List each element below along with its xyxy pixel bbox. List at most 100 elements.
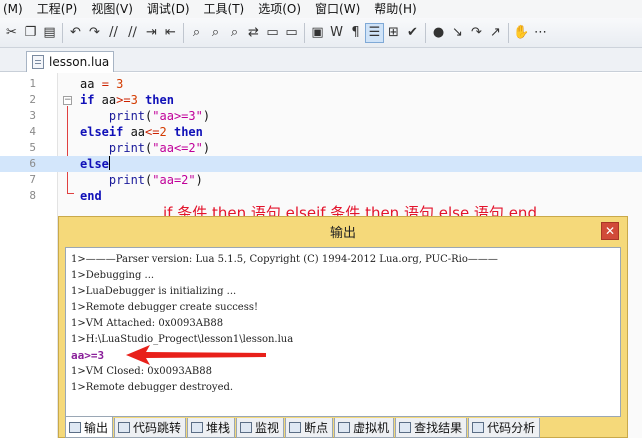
output-tab-0[interactable]: 输出 bbox=[65, 417, 114, 438]
output-line: 1>Remote debugger destroyed. bbox=[71, 382, 234, 393]
output-title: 输出 bbox=[329, 225, 356, 241]
code-line: 6 else bbox=[0, 156, 642, 172]
line-number: 7 bbox=[29, 173, 36, 186]
output-tab-4[interactable]: 断点 bbox=[285, 418, 334, 438]
step-out-icon[interactable]: ↗ bbox=[486, 23, 505, 43]
toolbar-separator bbox=[62, 22, 63, 43]
bookmark-next-icon[interactable]: ▭ bbox=[282, 23, 301, 43]
panel-icon bbox=[338, 422, 351, 433]
window-icon[interactable]: ▣ bbox=[308, 23, 327, 43]
output-tab-label: 输出 bbox=[84, 420, 109, 435]
output-line: 1>LuaDebugger is initializing ... bbox=[71, 286, 237, 297]
output-tab-label: 代码跳转 bbox=[133, 421, 182, 435]
menu-item-0[interactable]: (M) bbox=[0, 0, 30, 18]
line-number: 1 bbox=[29, 77, 36, 90]
toolbar-separator bbox=[304, 22, 305, 43]
menu-item-2[interactable]: 视图(V) bbox=[84, 0, 140, 18]
replace-icon[interactable]: ⇄ bbox=[244, 23, 263, 43]
code-text: print("aa<=2") bbox=[108, 141, 211, 155]
output-tab-6[interactable]: 查找结果 bbox=[395, 418, 468, 438]
toolbar: ✂ ❐ ▤ ↶ ↷///∕ ⇥ ⇤ ⌕ ⌕ ⌕ ⇄ ▭ ▭ ▣ W ¶ ☰ ⊞ ✔ ● ↘ ↷ ↗ ✋ ⋯ bbox=[0, 18, 642, 48]
cut-icon[interactable]: ✂ bbox=[2, 23, 21, 43]
panel-icon bbox=[289, 422, 302, 433]
output-tab-label: 查找结果 bbox=[414, 421, 463, 435]
panel-icon bbox=[191, 422, 204, 433]
line-number: 8 bbox=[29, 189, 36, 202]
output-line: 1>———Parser version: Lua 5.1.5, Copyrigh… bbox=[71, 254, 498, 265]
line-number: 5 bbox=[29, 141, 36, 154]
line-number: 4 bbox=[29, 125, 36, 138]
output-tab-label: 监视 bbox=[255, 421, 280, 435]
text-caret bbox=[108, 156, 110, 170]
output-line: 1>H:\LuaStudio_Progect\lesson1\lesson.lu… bbox=[71, 334, 294, 345]
code-line: 3 print("aa>=3") bbox=[0, 108, 642, 124]
line-numbers-icon[interactable]: ☰ bbox=[365, 22, 384, 43]
code-text: else bbox=[80, 156, 110, 171]
code-text: if aa>=3 then bbox=[80, 93, 174, 107]
indent-icon[interactable]: ⇥ bbox=[142, 23, 161, 43]
code-text: print("aa=2") bbox=[108, 173, 203, 187]
find-prev-icon[interactable]: ⌕ bbox=[225, 23, 244, 43]
panel-icon bbox=[69, 421, 81, 433]
code-line: 7 print("aa=2") bbox=[0, 172, 642, 188]
output-tab-label: 堆栈 bbox=[206, 421, 231, 435]
menu-item-6[interactable]: 窗口(W) bbox=[308, 0, 367, 18]
paste-icon[interactable]: ▤ bbox=[40, 23, 59, 43]
file-icon bbox=[32, 55, 44, 69]
menu-item-5[interactable]: 选项(O) bbox=[251, 0, 308, 18]
output-line: 1>Debugging ... bbox=[71, 270, 155, 281]
output-tab-2[interactable]: 堆栈 bbox=[187, 418, 236, 438]
check-icon[interactable]: ✔ bbox=[403, 23, 422, 43]
panel-icon bbox=[240, 422, 253, 433]
tab-strip: lesson.lua bbox=[0, 48, 642, 72]
code-line: 2 if aa>=3 then bbox=[0, 92, 642, 108]
menu-item-3[interactable]: 调试(D) bbox=[140, 0, 197, 18]
bookmark-icon[interactable]: ▭ bbox=[263, 23, 282, 43]
tab-label: lesson.lua bbox=[49, 55, 110, 69]
toolbar-separator bbox=[508, 22, 509, 43]
more-icon[interactable]: ⋯ bbox=[531, 23, 550, 43]
output-tab-label: 断点 bbox=[304, 421, 329, 435]
find-icon[interactable]: ⌕ bbox=[187, 23, 206, 43]
panel-icon bbox=[399, 422, 412, 433]
find-next-icon[interactable]: ⌕ bbox=[206, 23, 225, 43]
comment-icon[interactable]: // bbox=[104, 23, 123, 43]
copy-icon[interactable]: ❐ bbox=[21, 23, 40, 43]
close-output-button[interactable]: ✕ bbox=[601, 222, 619, 240]
outdent-icon[interactable]: ⇤ bbox=[161, 23, 180, 43]
line-number: 3 bbox=[29, 109, 36, 122]
whitespace-icon[interactable]: ¶ bbox=[346, 23, 365, 43]
code-text: aa = 3 bbox=[80, 77, 124, 91]
output-tab-7[interactable]: 代码分析 bbox=[468, 418, 541, 438]
redo-icon[interactable]: ↷ bbox=[85, 23, 104, 43]
hand-icon[interactable]: ✋ bbox=[512, 23, 531, 43]
fold-icon[interactable]: ⊞ bbox=[384, 23, 403, 43]
breakpoint-icon[interactable]: ● bbox=[429, 23, 448, 43]
code-text: print("aa>=3") bbox=[108, 109, 211, 123]
output-console[interactable]: 1>———Parser version: Lua 5.1.5, Copyrigh… bbox=[65, 247, 621, 417]
uncomment-icon[interactable]: /∕ bbox=[123, 23, 142, 43]
tab-lesson-lua[interactable]: lesson.lua bbox=[26, 51, 114, 72]
panel-icon bbox=[472, 422, 485, 433]
output-line: aa>=3 bbox=[71, 349, 105, 362]
step-into-icon[interactable]: ↘ bbox=[448, 23, 467, 43]
toolbar-separator bbox=[425, 22, 426, 43]
code-line: 5 print("aa<=2") bbox=[0, 140, 642, 156]
output-tab-3[interactable]: 监视 bbox=[236, 418, 285, 438]
undo-icon[interactable]: ↶ bbox=[66, 23, 85, 43]
word-wrap-icon[interactable]: W bbox=[327, 23, 346, 43]
output-panel: 输出 ✕ 1>———Parser version: Lua 5.1.5, Cop… bbox=[58, 216, 628, 438]
line-number: 6 bbox=[29, 157, 36, 170]
menu-item-4[interactable]: 工具(T) bbox=[197, 0, 252, 18]
output-line: 1>Remote debugger create success! bbox=[71, 302, 258, 313]
output-tab-1[interactable]: 代码跳转 bbox=[114, 418, 187, 438]
output-tab-5[interactable]: 虚拟机 bbox=[334, 418, 395, 438]
menu-item-1[interactable]: 工程(P) bbox=[30, 0, 85, 18]
line-number: 2 bbox=[29, 93, 36, 106]
step-over-icon[interactable]: ↷ bbox=[467, 23, 486, 43]
code-text: end bbox=[80, 189, 102, 203]
output-tabs: 输出 代码跳转 堆栈 监视 断点 虚拟机 查找结果 代码分析 bbox=[65, 417, 621, 438]
output-line: 1>VM Closed: 0x0093AB88 bbox=[71, 366, 212, 377]
output-line: 1>VM Attached: 0x0093AB88 bbox=[71, 318, 224, 329]
menu-item-7[interactable]: 帮助(H) bbox=[367, 0, 423, 18]
